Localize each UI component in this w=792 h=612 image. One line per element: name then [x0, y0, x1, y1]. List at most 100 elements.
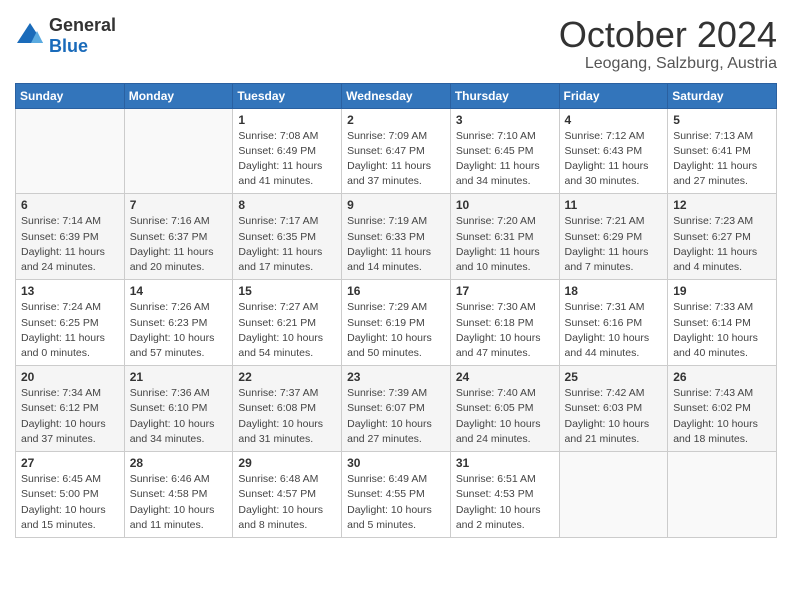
day-number: 3 [456, 113, 554, 127]
table-row [559, 452, 668, 538]
calendar-week-2: 6Sunrise: 7:14 AMSunset: 6:39 PMDaylight… [16, 194, 777, 280]
day-number: 22 [238, 370, 336, 384]
day-number: 20 [21, 370, 119, 384]
table-row [16, 108, 125, 194]
day-info: Sunrise: 7:08 AMSunset: 6:49 PMDaylight:… [238, 129, 336, 190]
day-info: Sunrise: 7:09 AMSunset: 6:47 PMDaylight:… [347, 129, 445, 190]
day-number: 9 [347, 198, 445, 212]
location-title: Leogang, Salzburg, Austria [559, 55, 777, 73]
calendar-week-4: 20 Sunrise: 7:34 AMSunset: 6:12 PMDayligh… [16, 366, 777, 452]
day-info: Sunrise: 7:26 AMSunset: 6:23 PMDaylight:… [130, 300, 228, 361]
day-number: 28 [130, 456, 228, 470]
day-info: Sunrise: 7:23 AMSunset: 6:27 PMDaylight:… [673, 214, 771, 275]
col-tuesday: Tuesday [233, 83, 342, 108]
day-number: 10 [456, 198, 554, 212]
table-row: 8 Sunrise: 7:17 AMSunset: 6:35 PMDaylight… [233, 194, 342, 280]
logo-blue: Blue [49, 36, 88, 56]
day-info: Sunrise: 7:12 AMSunset: 6:43 PMDaylight:… [565, 129, 663, 190]
day-info: Sunrise: 6:45 AMSunset: 5:00 PMDaylight:… [21, 472, 119, 533]
logo-general: General [49, 15, 116, 35]
day-info: Sunrise: 6:48 AMSunset: 4:57 PMDaylight:… [238, 472, 336, 533]
table-row [124, 108, 233, 194]
page-header: General Blue October 2024 Leogang, Salzb… [15, 15, 777, 73]
day-info: Sunrise: 6:49 AMSunset: 4:55 PMDaylight:… [347, 472, 445, 533]
day-number: 8 [238, 198, 336, 212]
day-info: Sunrise: 7:16 AMSunset: 6:37 PMDaylight:… [130, 214, 228, 275]
table-row: 10 Sunrise: 7:20 AMSunset: 6:31 PMDayligh… [450, 194, 559, 280]
table-row: 4 Sunrise: 7:12 AMSunset: 6:43 PMDaylight… [559, 108, 668, 194]
day-info: Sunrise: 7:19 AMSunset: 6:33 PMDaylight:… [347, 214, 445, 275]
day-info: Sunrise: 7:37 AMSunset: 6:08 PMDaylight:… [238, 386, 336, 447]
day-info: Sunrise: 7:29 AMSunset: 6:19 PMDaylight:… [347, 300, 445, 361]
col-saturday: Saturday [668, 83, 777, 108]
col-monday: Monday [124, 83, 233, 108]
calendar-header-row: Sunday Monday Tuesday Wednesday Thursday… [16, 83, 777, 108]
table-row: 17Sunrise: 7:30 AMSunset: 6:18 PMDayligh… [450, 280, 559, 366]
day-number: 30 [347, 456, 445, 470]
day-number: 14 [130, 284, 228, 298]
day-number: 31 [456, 456, 554, 470]
logo: General Blue [15, 15, 116, 57]
table-row: 27 Sunrise: 6:45 AMSunset: 5:00 PMDayligh… [16, 452, 125, 538]
table-row: 18Sunrise: 7:31 AMSunset: 6:16 PMDayligh… [559, 280, 668, 366]
table-row: 25 Sunrise: 7:42 AMSunset: 6:03 PMDayligh… [559, 366, 668, 452]
day-info: Sunrise: 7:13 AMSunset: 6:41 PMDaylight:… [673, 129, 771, 190]
calendar-week-3: 13Sunrise: 7:24 AMSunset: 6:25 PMDayligh… [16, 280, 777, 366]
day-info: Sunrise: 6:51 AMSunset: 4:53 PMDaylight:… [456, 472, 554, 533]
table-row: 12 Sunrise: 7:23 AMSunset: 6:27 PMDayligh… [668, 194, 777, 280]
table-row: 9 Sunrise: 7:19 AMSunset: 6:33 PMDaylight… [342, 194, 451, 280]
table-row: 5 Sunrise: 7:13 AMSunset: 6:41 PMDaylight… [668, 108, 777, 194]
calendar-table: Sunday Monday Tuesday Wednesday Thursday… [15, 83, 777, 538]
day-info: Sunrise: 6:46 AMSunset: 4:58 PMDaylight:… [130, 472, 228, 533]
logo-text: General Blue [49, 15, 116, 57]
table-row: 2Sunrise: 7:09 AMSunset: 6:47 PMDaylight… [342, 108, 451, 194]
day-info: Sunrise: 7:43 AMSunset: 6:02 PMDaylight:… [673, 386, 771, 447]
logo-icon [15, 21, 45, 51]
table-row: 23Sunrise: 7:39 AMSunset: 6:07 PMDayligh… [342, 366, 451, 452]
day-number: 29 [238, 456, 336, 470]
table-row: 21 Sunrise: 7:36 AMSunset: 6:10 PMDayligh… [124, 366, 233, 452]
day-info: Sunrise: 7:17 AMSunset: 6:35 PMDaylight:… [238, 214, 336, 275]
table-row [668, 452, 777, 538]
table-row: 16 Sunrise: 7:29 AMSunset: 6:19 PMDayligh… [342, 280, 451, 366]
day-number: 12 [673, 198, 771, 212]
col-wednesday: Wednesday [342, 83, 451, 108]
calendar-week-1: 1Sunrise: 7:08 AMSunset: 6:49 PMDaylight… [16, 108, 777, 194]
day-info: Sunrise: 7:40 AMSunset: 6:05 PMDaylight:… [456, 386, 554, 447]
day-info: Sunrise: 7:36 AMSunset: 6:10 PMDaylight:… [130, 386, 228, 447]
table-row: 30 Sunrise: 6:49 AMSunset: 4:55 PMDayligh… [342, 452, 451, 538]
calendar-week-5: 27 Sunrise: 6:45 AMSunset: 5:00 PMDayligh… [16, 452, 777, 538]
day-info: Sunrise: 7:42 AMSunset: 6:03 PMDaylight:… [565, 386, 663, 447]
table-row: 15 Sunrise: 7:27 AMSunset: 6:21 PMDayligh… [233, 280, 342, 366]
day-number: 25 [565, 370, 663, 384]
col-sunday: Sunday [16, 83, 125, 108]
day-info: Sunrise: 7:27 AMSunset: 6:21 PMDaylight:… [238, 300, 336, 361]
day-number: 15 [238, 284, 336, 298]
day-number: 24 [456, 370, 554, 384]
day-number: 27 [21, 456, 119, 470]
day-number: 4 [565, 113, 663, 127]
table-row: 1Sunrise: 7:08 AMSunset: 6:49 PMDaylight… [233, 108, 342, 194]
table-row: 13Sunrise: 7:24 AMSunset: 6:25 PMDayligh… [16, 280, 125, 366]
day-info: Sunrise: 7:10 AMSunset: 6:45 PMDaylight:… [456, 129, 554, 190]
day-number: 5 [673, 113, 771, 127]
table-row: 11Sunrise: 7:21 AMSunset: 6:29 PMDayligh… [559, 194, 668, 280]
table-row: 20 Sunrise: 7:34 AMSunset: 6:12 PMDayligh… [16, 366, 125, 452]
title-block: October 2024 Leogang, Salzburg, Austria [559, 15, 777, 73]
day-number: 6 [21, 198, 119, 212]
day-number: 26 [673, 370, 771, 384]
day-info: Sunrise: 7:34 AMSunset: 6:12 PMDaylight:… [21, 386, 119, 447]
month-title: October 2024 [559, 15, 777, 55]
table-row: 29 Sunrise: 6:48 AMSunset: 4:57 PMDayligh… [233, 452, 342, 538]
col-friday: Friday [559, 83, 668, 108]
table-row: 14 Sunrise: 7:26 AMSunset: 6:23 PMDayligh… [124, 280, 233, 366]
day-info: Sunrise: 7:33 AMSunset: 6:14 PMDaylight:… [673, 300, 771, 361]
day-number: 18 [565, 284, 663, 298]
day-info: Sunrise: 7:21 AMSunset: 6:29 PMDaylight:… [565, 214, 663, 275]
day-number: 16 [347, 284, 445, 298]
day-number: 7 [130, 198, 228, 212]
col-thursday: Thursday [450, 83, 559, 108]
day-number: 21 [130, 370, 228, 384]
table-row: 24 Sunrise: 7:40 AMSunset: 6:05 PMDayligh… [450, 366, 559, 452]
day-info: Sunrise: 7:20 AMSunset: 6:31 PMDaylight:… [456, 214, 554, 275]
